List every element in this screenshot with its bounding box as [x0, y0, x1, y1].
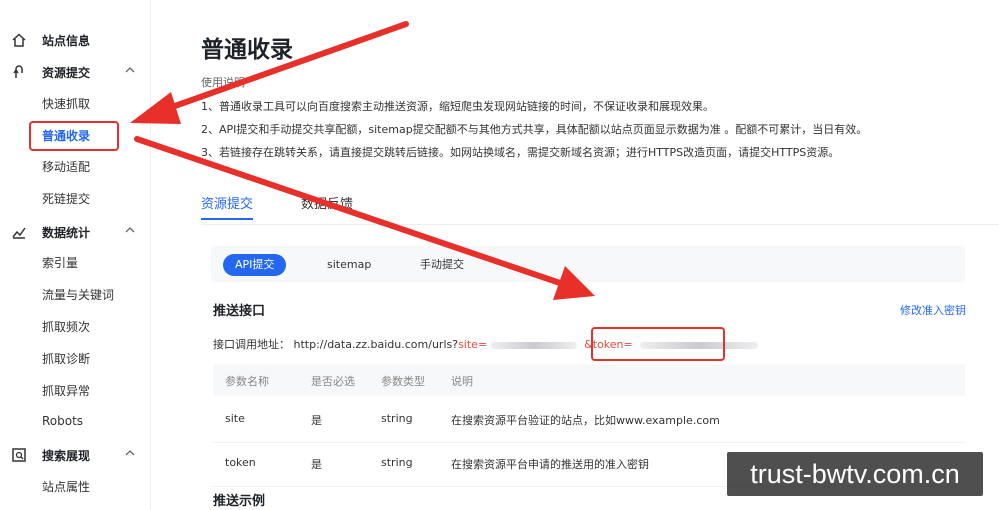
watermark: trust-bwtv.com.cn: [726, 451, 984, 497]
arrow-to-token-field: [134, 136, 595, 300]
arrow-to-sidebar-item: [130, 21, 409, 124]
annotation-arrows: [130, 21, 595, 300]
